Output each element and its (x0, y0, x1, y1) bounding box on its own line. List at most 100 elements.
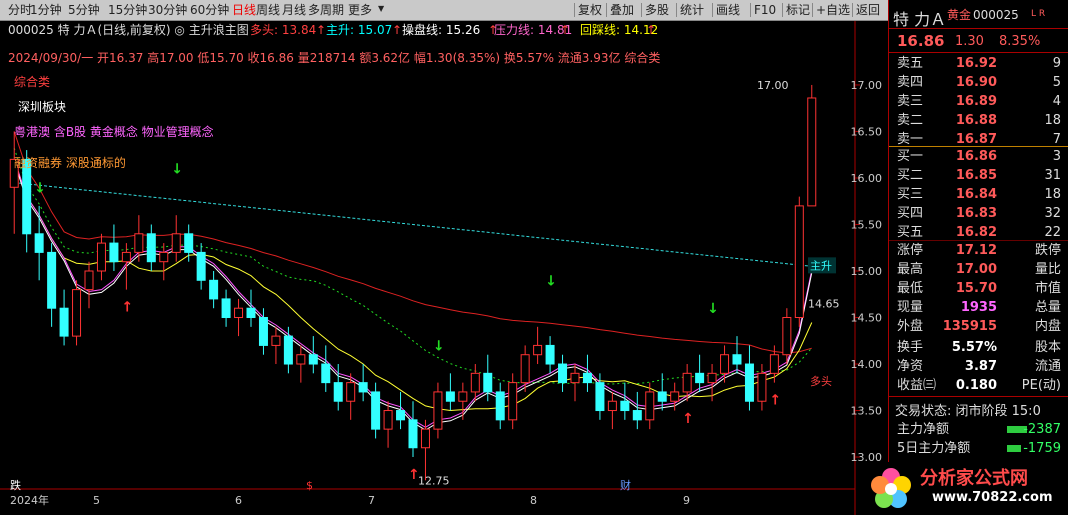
candle-body (769, 354, 779, 374)
kline-chart[interactable]: 17.00 16.50 16.00 15.50 15.00 14.50 14.00 13.50… (0, 21, 888, 515)
main-rise-line (14, 182, 812, 267)
tool-button[interactable]: 统计 (680, 2, 704, 18)
period-tab[interactable]: 1分钟 (30, 2, 62, 18)
stat-label: 市值 (1034, 281, 1061, 296)
book-volume: 3 (1052, 149, 1061, 164)
tool-button[interactable]: 多股 (645, 2, 669, 18)
up-arrow-icon: ↑ (392, 23, 403, 37)
candle-body (308, 354, 318, 365)
candle-body (234, 307, 244, 319)
period-tab[interactable]: 分时 (8, 2, 32, 18)
candle-body (209, 279, 219, 300)
period-tab[interactable]: 30分钟 (148, 2, 187, 18)
candle-body (558, 363, 568, 384)
toolbar-separator (712, 3, 713, 17)
candle-body (570, 372, 580, 384)
stat-label: 换手 (897, 340, 924, 355)
period-tab[interactable]: 更多 (348, 2, 372, 18)
candle-body (682, 372, 692, 393)
stock-title: 000025 特 力Ａ(日线,前复权) ◎ 主升浪主图 (8, 23, 249, 37)
candle-body (470, 372, 480, 393)
chart-canvas: 17.00 16.50 16.00 15.50 15.00 14.50 14.00 13.50… (0, 21, 883, 515)
flow-label: 5日主力净额 (897, 441, 971, 456)
candle-body (109, 242, 119, 263)
period-tab[interactable]: 60分钟 (190, 2, 229, 18)
stat-value: 3.87 (964, 359, 997, 374)
period-tab[interactable]: 5分钟 (68, 2, 100, 18)
book-level: 买二 (897, 168, 924, 183)
flow-value: -2387 (1023, 422, 1061, 437)
candle-body (271, 335, 281, 346)
up-arrow-icon: ↑ (121, 300, 133, 316)
stat-label: 最低 (897, 281, 924, 296)
stat-label: 内盘 (1034, 319, 1061, 334)
quote-panel: 特 力Ａ 黄金 000025 L R 16.86 1.30 8.35% 卖五 16… (888, 0, 1068, 515)
period-tab[interactable]: 月线 (282, 2, 306, 18)
stat-label: 股本 (1034, 340, 1061, 355)
stat-label: 总量 (1034, 300, 1061, 315)
candle-body (171, 233, 181, 253)
stat-row: 最高 17.00 量比 (889, 260, 1068, 279)
down-arrow-icon: ↓ (707, 301, 719, 317)
candle-body (657, 391, 667, 402)
y-tick-label: 16.00 (851, 172, 883, 185)
stat-label: PE(动) (1021, 378, 1061, 393)
tool-button[interactable]: 画线 (716, 2, 740, 18)
book-row: 买三 16.84 18 (889, 185, 1068, 204)
book-volume: 5 (1052, 75, 1061, 90)
stat-label: 收益㈢ (897, 378, 937, 393)
x-tick-label: 5 (93, 494, 100, 507)
period-tab[interactable]: 15分钟 (108, 2, 147, 18)
candle-body (670, 391, 680, 402)
stat-row: 外盘 135915 内盘 (889, 317, 1068, 336)
tool-button[interactable]: +自选 (816, 2, 850, 18)
y-tick-label: 14.00 (851, 358, 883, 371)
candle-body (184, 233, 194, 253)
tool-button[interactable]: F10 (754, 2, 776, 18)
tool-button[interactable]: 标记 (786, 2, 810, 18)
level-label: 14.65 (808, 298, 840, 311)
period-tab[interactable]: 周线 (256, 2, 280, 18)
toolbar-separator (782, 3, 783, 17)
main-rise-label: 主升 (810, 259, 832, 272)
book-row: 卖五 16.92 9 (889, 54, 1068, 73)
stat-value: 135915 (942, 319, 997, 334)
support-dots (13, 148, 813, 385)
book-row: 买一 16.86 3 (889, 147, 1068, 166)
x-tick-label: 9 (683, 494, 690, 507)
logo-url: www.70822.com (932, 490, 1053, 505)
tool-button[interactable]: 返回 (856, 2, 880, 18)
stat-value: 1935 (960, 300, 997, 315)
book-price: 16.89 (955, 94, 997, 109)
toolbar-separator (750, 3, 751, 17)
candle-body (607, 400, 617, 412)
divider (889, 28, 1068, 29)
concept-tag: 黄金 (947, 8, 972, 22)
tool-button[interactable]: 叠加 (610, 2, 634, 18)
y-tick-label: 13.50 (851, 405, 883, 418)
event-marker: 财 (620, 478, 631, 492)
stat-row: 涨停 17.12 跌停 (889, 241, 1068, 260)
divider (889, 396, 1068, 397)
period-tab[interactable]: 多周期 (308, 2, 344, 18)
candle-body (84, 270, 94, 291)
candle-body (146, 233, 156, 263)
candle-body (159, 251, 169, 263)
book-level: 买四 (897, 206, 924, 221)
stat-label: 涨停 (897, 243, 924, 258)
book-row: 卖二 16.88 18 (889, 111, 1068, 130)
book-volume: 18 (1044, 187, 1061, 202)
tool-button[interactable]: 复权 (578, 2, 602, 18)
operate-line (13, 162, 813, 431)
book-price: 16.90 (955, 75, 997, 90)
stat-label: 外盘 (897, 319, 924, 334)
bull-label: 多头 (810, 374, 832, 388)
toolbar-separator (676, 3, 677, 17)
stat-row: 现量 1935 总量 (889, 298, 1068, 317)
market-flags: L R (1031, 9, 1046, 19)
candle-body (620, 400, 630, 412)
book-row: 买二 16.85 31 (889, 166, 1068, 185)
stat-value: 0.180 (955, 378, 997, 393)
indicator-value: 主升: 15.07 (326, 23, 393, 37)
period-tab[interactable]: 日线 (232, 2, 256, 18)
